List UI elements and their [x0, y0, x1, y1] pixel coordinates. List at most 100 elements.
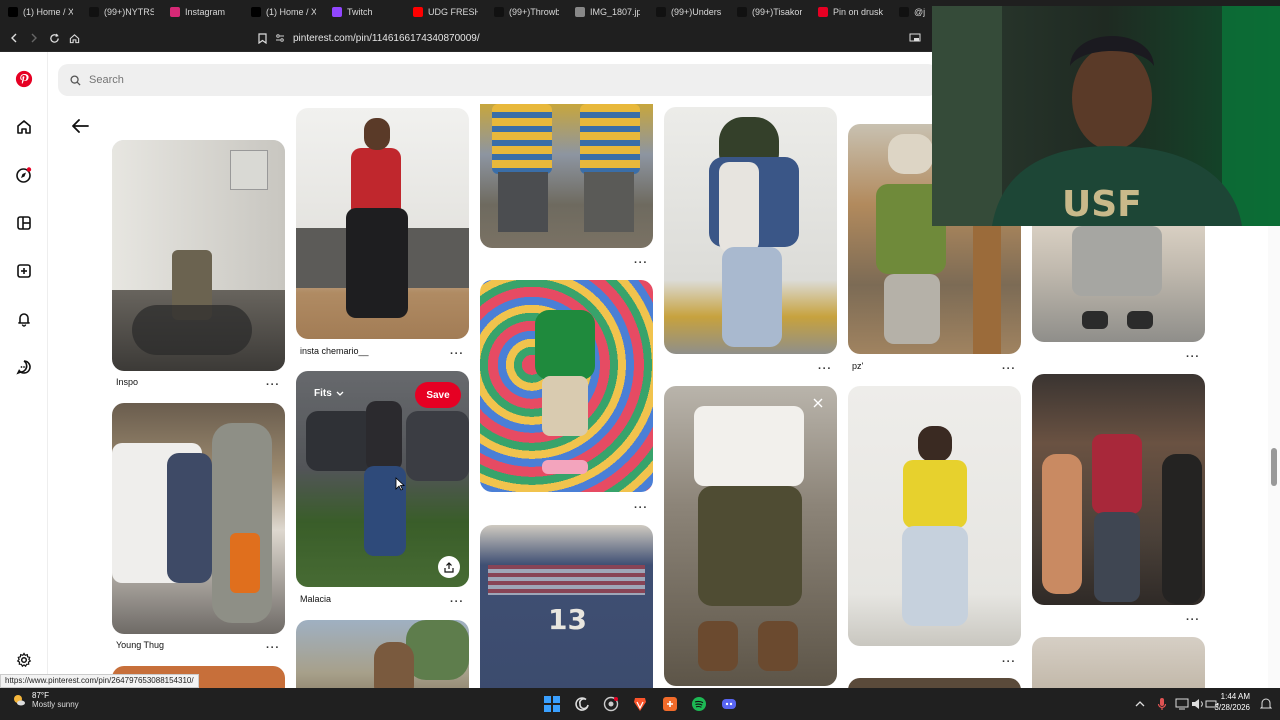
more-options-icon[interactable]: ···	[450, 349, 464, 360]
pin-title: pz'	[852, 361, 864, 371]
chevron-up-icon[interactable]	[1130, 694, 1150, 714]
more-options-icon[interactable]: ···	[634, 258, 648, 269]
browser-tab-label: IMG_1807.jpg	[590, 7, 640, 17]
pin-image[interactable]	[848, 386, 1021, 646]
tiktok-icon	[656, 7, 666, 17]
search-input[interactable]	[89, 74, 689, 86]
back-arrow-icon[interactable]	[4, 28, 24, 48]
pin-image[interactable]	[112, 140, 285, 371]
more-options-icon[interactable]: ···	[818, 364, 832, 375]
pinterest-icon	[818, 7, 828, 17]
board-select-dropdown[interactable]: Fits	[314, 388, 344, 399]
scrollbar-thumb[interactable]	[1271, 448, 1277, 486]
home-icon[interactable]	[13, 116, 35, 138]
x-icon	[251, 7, 261, 17]
more-options-icon[interactable]: ···	[1002, 364, 1016, 375]
instagram-icon	[170, 7, 180, 17]
back-arrow-icon[interactable]	[70, 118, 92, 136]
browser-tab[interactable]: Twitch	[324, 0, 405, 24]
spotify-icon[interactable]	[689, 694, 709, 714]
cast-icon[interactable]	[905, 28, 925, 48]
browser-tab[interactable]: UDG FRESHM	[405, 0, 486, 24]
boards-icon[interactable]	[13, 212, 35, 234]
browser-tab-label: UDG FRESHM	[428, 7, 478, 17]
bookmark-icon[interactable]	[252, 28, 272, 48]
browser-tab-label: (1) Home / X	[23, 7, 73, 17]
browser-tab[interactable]: (1) Home / X	[0, 0, 81, 24]
pin-image[interactable]	[1032, 226, 1205, 342]
browser-tab-label: @j	[914, 7, 926, 17]
microphone-icon[interactable]	[1152, 694, 1172, 714]
pin-image[interactable]	[296, 108, 469, 339]
reload-icon[interactable]	[44, 28, 64, 48]
pin-image[interactable]	[664, 107, 837, 354]
more-options-icon[interactable]: ···	[266, 643, 280, 654]
system-clock[interactable]: 1:44 AM 3/28/2026	[1214, 691, 1250, 713]
url-text: pinterest.com/pin/1146166174340870009/	[293, 32, 480, 44]
pin-title: Malacia	[300, 594, 332, 604]
edge-browser-icon[interactable]	[572, 694, 592, 714]
clock-date: 3/28/2026	[1214, 703, 1250, 712]
weather-temp: 87°F	[32, 691, 49, 700]
home-icon[interactable]	[64, 28, 84, 48]
browser-tab[interactable]: (99+)Underst	[648, 0, 729, 24]
pinterest-logo-icon[interactable]	[13, 68, 35, 90]
browser-tab[interactable]: Pin on druski	[810, 0, 891, 24]
sun-cloud-icon	[12, 693, 26, 707]
notification-center-icon[interactable]	[1256, 694, 1276, 714]
browser-tab-label: (1) Home / X	[266, 7, 316, 17]
save-button[interactable]: Save	[415, 382, 461, 408]
webcam-overlay: USF	[932, 6, 1280, 226]
browser-tab-label: (99+)Underst	[671, 7, 721, 17]
pin-image[interactable]	[112, 403, 285, 634]
more-options-icon[interactable]: ···	[1002, 657, 1016, 668]
brave-browser-icon[interactable]	[630, 694, 650, 714]
more-options-icon[interactable]: ···	[1186, 615, 1200, 626]
mouse-cursor-icon	[395, 477, 406, 496]
more-options-icon[interactable]: ···	[450, 597, 464, 608]
weather-widget[interactable]: 87°F Mostly sunny	[12, 691, 79, 709]
site-info-icon[interactable]	[275, 33, 285, 43]
browser-tab-label: Instagram	[185, 7, 226, 17]
browser-tab[interactable]: (99+)Tisakore	[729, 0, 810, 24]
pin-title: Young Thug	[116, 640, 165, 650]
notifications-bell-icon[interactable]	[13, 308, 35, 330]
browser-tab[interactable]: Instagram	[162, 0, 243, 24]
browser-tab[interactable]: IMG_1807.jpg	[567, 0, 648, 24]
more-options-icon[interactable]: ···	[634, 503, 648, 514]
address-bar[interactable]: pinterest.com/pin/1146166174340870009/	[275, 28, 915, 48]
create-plus-icon[interactable]	[13, 260, 35, 282]
browser-tab-label: (99+)Throwb	[509, 7, 559, 17]
browser-tab[interactable]: (1) Home / X	[243, 0, 324, 24]
more-options-icon[interactable]: ···	[1186, 352, 1200, 363]
screen: (1) Home / X (99+)NYTRSA Instagram (1) Home…	[0, 0, 1280, 720]
chrome-browser-icon[interactable]	[601, 694, 621, 714]
browser-tab[interactable]: (99+)Throwb	[486, 0, 567, 24]
youtube-icon	[413, 7, 423, 17]
x-icon	[8, 7, 18, 17]
explore-compass-icon[interactable]	[13, 164, 35, 186]
discord-icon[interactable]	[719, 694, 739, 714]
pin-image[interactable]	[664, 386, 837, 686]
globe-icon	[575, 7, 585, 17]
weather-condition: Mostly sunny	[32, 700, 79, 709]
pin-image[interactable]	[1032, 374, 1205, 605]
pin-title: Inspo	[116, 377, 139, 387]
share-icon[interactable]	[438, 556, 460, 578]
close-icon[interactable]	[812, 396, 826, 410]
board-name: Fits	[314, 388, 332, 399]
more-options-icon[interactable]: ···	[266, 380, 280, 391]
browser-tab[interactable]: (99+)NYTRSA	[81, 0, 162, 24]
pin-image[interactable]	[480, 280, 653, 492]
settings-gear-icon[interactable]	[13, 649, 35, 671]
search-bar[interactable]	[58, 64, 938, 96]
app-orange-icon[interactable]	[660, 694, 680, 714]
chevron-down-icon	[336, 391, 344, 397]
windows-start-icon[interactable]	[542, 694, 562, 714]
messages-icon[interactable]	[13, 356, 35, 378]
pinterest-sidebar	[0, 52, 48, 688]
forward-arrow-icon[interactable]	[24, 28, 44, 48]
pin-image[interactable]	[480, 104, 653, 248]
browser-tab-label: Pin on druski	[833, 7, 883, 17]
tiktok-icon	[89, 7, 99, 17]
